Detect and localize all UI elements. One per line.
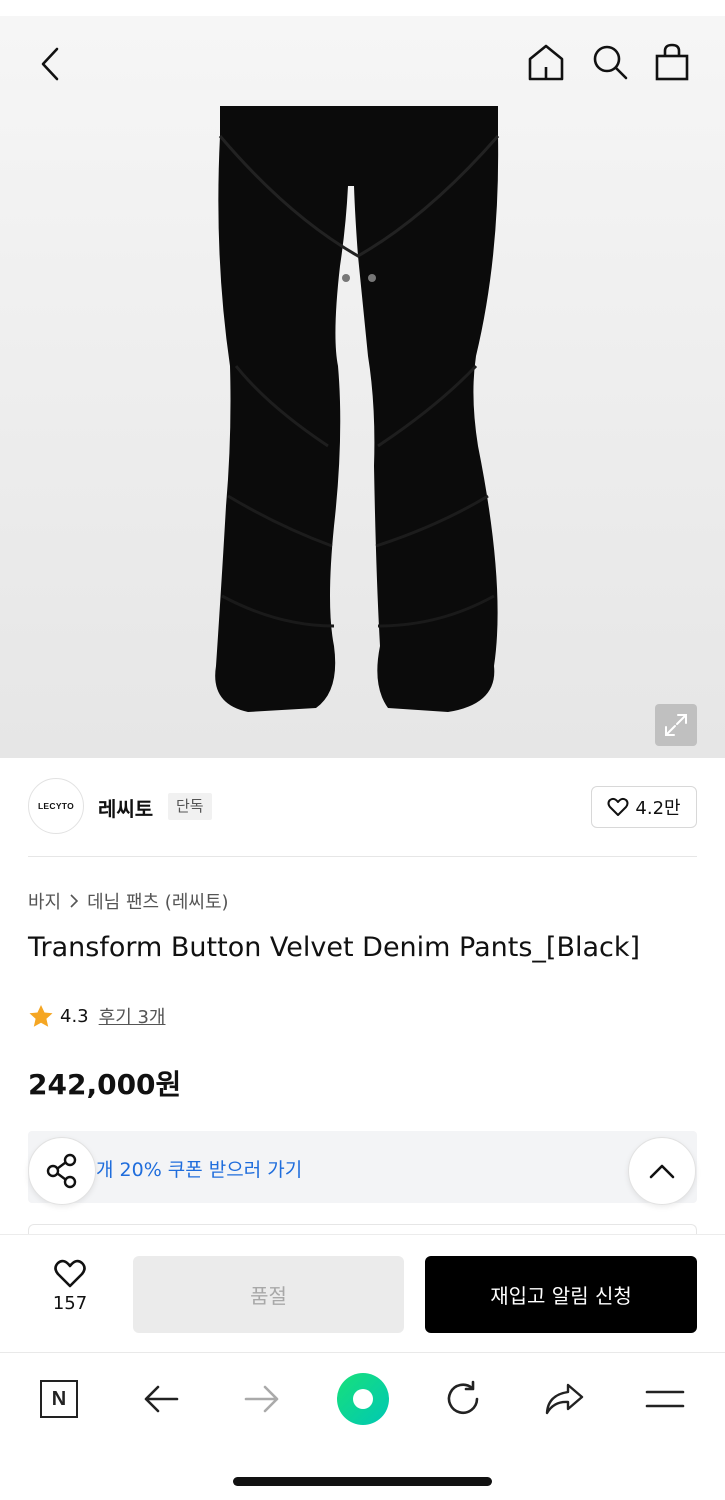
browser-share-button[interactable] (534, 1371, 594, 1427)
naver-icon: N (40, 1380, 78, 1418)
heart-icon (607, 797, 629, 816)
rating-value: 4.3 (60, 1005, 89, 1027)
brand-row: LECYTO 레씨토 단독 4.2만 (28, 778, 697, 836)
browser-back-button[interactable] (131, 1371, 191, 1427)
cart-button[interactable] (650, 40, 694, 84)
back-button[interactable] (30, 44, 70, 84)
refresh-icon (447, 1380, 479, 1415)
brand-name[interactable]: 레씨토 (98, 793, 153, 822)
search-icon (593, 45, 628, 80)
restock-alert-button[interactable]: 재입고 알림 신청 (425, 1256, 697, 1333)
breadcrumb: 바지 데님 팬츠 (레씨토) (28, 888, 229, 914)
chevron-right-icon (70, 894, 79, 908)
breadcrumb-subcategory[interactable]: 데님 팬츠 (레씨토) (87, 888, 228, 914)
home-indicator (233, 1477, 492, 1486)
product-photo (215, 106, 500, 712)
arrow-right-icon (244, 1385, 279, 1413)
product-image[interactable] (0, 16, 725, 758)
browser-forward-button[interactable] (232, 1371, 292, 1427)
naver-home-button[interactable]: N (29, 1371, 89, 1427)
expand-image-button[interactable] (655, 704, 697, 746)
search-button[interactable] (588, 40, 632, 84)
menu-button[interactable] (635, 1371, 695, 1427)
heart-icon (54, 1259, 86, 1288)
rating-row: 4.3 후기 3개 (28, 1003, 166, 1029)
home-icon (528, 44, 564, 81)
menu-icon (645, 1390, 685, 1408)
chevron-left-icon (41, 47, 59, 81)
coupon-banner[interactable]: 개 20% 쿠폰 받으러 가기 (28, 1131, 697, 1203)
green-dot-button[interactable] (333, 1371, 393, 1427)
exclusive-badge: 단독 (168, 793, 212, 820)
green-dot-icon (337, 1373, 389, 1425)
brand-favorite-button[interactable]: 4.2만 (591, 786, 697, 828)
share-icon (46, 1153, 77, 1189)
star-icon (29, 1005, 53, 1027)
scroll-top-button[interactable] (628, 1137, 696, 1205)
product-title: Transform Button Velvet Denim Pants_[Bla… (28, 932, 641, 963)
reviews-link[interactable]: 후기 3개 (99, 1003, 166, 1029)
like-button[interactable]: 157 (30, 1259, 110, 1323)
coupon-text[interactable]: 개 20% 쿠폰 받으러 가기 (96, 1155, 302, 1182)
status-area (0, 0, 725, 16)
shopping-bag-icon (655, 43, 689, 81)
next-section-edge (28, 1224, 697, 1234)
soldout-button: 품절 (133, 1256, 404, 1333)
browser-toolbar: N (0, 1352, 725, 1500)
home-button[interactable] (524, 40, 568, 84)
brand-favorite-count: 4.2만 (635, 798, 681, 819)
refresh-button[interactable] (433, 1371, 493, 1427)
divider (28, 856, 697, 857)
arrow-left-icon (144, 1385, 179, 1413)
purchase-action-bar: 157 품절 재입고 알림 신청 (0, 1234, 725, 1352)
expand-icon (665, 714, 687, 736)
product-price: 242,000원 (28, 1068, 182, 1101)
breadcrumb-category[interactable]: 바지 (28, 888, 61, 914)
chevron-up-icon (649, 1164, 675, 1179)
brand-logo[interactable]: LECYTO (28, 778, 84, 834)
forward-share-icon (545, 1383, 584, 1415)
share-button[interactable] (28, 1137, 96, 1205)
like-count: 157 (52, 1293, 88, 1314)
